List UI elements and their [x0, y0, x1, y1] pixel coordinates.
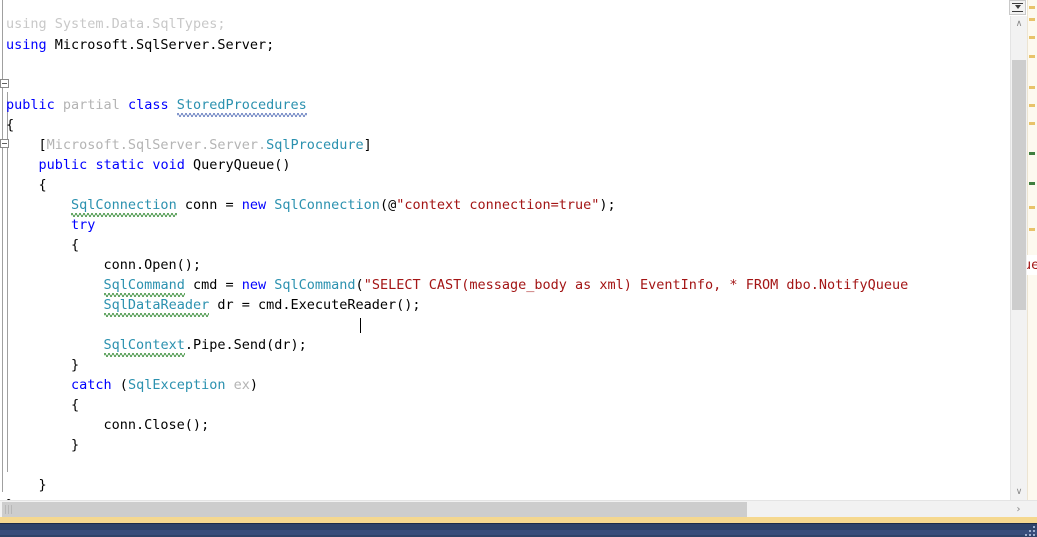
split-editor-button[interactable]	[1009, 0, 1026, 15]
token-keyword-soft: partial	[62, 97, 120, 113]
marker-indicator[interactable]	[1029, 228, 1035, 231]
token-keyword: using	[6, 37, 47, 53]
text-caret	[360, 318, 361, 333]
resize-grip[interactable]	[1022, 524, 1036, 537]
token-string: "SELECT CAST(message_body as xml) EventI…	[363, 277, 909, 293]
token-plain: );	[599, 197, 616, 213]
code-surface[interactable]: using System.Data.SqlTypes; using Micros…	[0, 0, 1010, 500]
marker-indicator[interactable]	[1029, 55, 1035, 58]
chevron-down-icon	[1015, 5, 1021, 9]
marker-indicator[interactable]	[1029, 122, 1035, 125]
marker-indicator[interactable]	[1029, 206, 1035, 209]
code-line[interactable]: try	[0, 195, 95, 233]
marker-indicator[interactable]	[1029, 36, 1035, 39]
clipped-string-overflow: ue	[1027, 255, 1037, 275]
token-plain: ]	[363, 137, 372, 153]
token-plain: )	[249, 377, 259, 393]
code-line[interactable]: public partial class StoredProcedures	[0, 75, 307, 117]
status-bar-sheen	[0, 530, 1037, 535]
token-keyword: try	[71, 217, 96, 233]
code-line[interactable]: SqlConnection conn = new SqlConnection(@…	[0, 175, 616, 217]
marker-indicator[interactable]	[1029, 18, 1035, 21]
code-line[interactable]: catch (SqlException ex)	[0, 355, 258, 393]
token-plain: dr = cmd.ExecuteReader();	[209, 297, 421, 313]
code-line[interactable]: conn.Open();	[0, 235, 202, 273]
token-type: SqlConnection	[274, 197, 380, 213]
token-keyword: static	[95, 157, 145, 173]
token-plain: (	[355, 277, 364, 293]
token-keyword: new	[241, 277, 267, 293]
horizontal-scrollbar-thumb[interactable]	[2, 502, 747, 517]
code-line[interactable]: {	[0, 95, 65, 133]
token-namespace: Microsoft.SqlServer.Server.	[46, 137, 267, 153]
token-keyword: void	[152, 157, 185, 173]
code-line[interactable]: {	[0, 215, 79, 253]
token-type: SqlProcedure	[266, 137, 364, 153]
code-line[interactable]: using System.Data.SqlTypes;	[0, 0, 225, 32]
horizontal-scrollbar[interactable]: ›	[0, 500, 1037, 517]
token-type: SqlContext	[103, 337, 186, 357]
code-line[interactable]: SqlCommand cmd = new SqlCommand("SELECT …	[0, 255, 908, 297]
token-plain: .Pipe.Send(dr);	[184, 337, 307, 353]
token-keyword: new	[241, 197, 267, 213]
code-line[interactable]: conn.Close();	[0, 395, 210, 433]
marker-indicator[interactable]	[1029, 152, 1035, 155]
code-line[interactable]: SqlDataReader dr = cmd.ExecuteReader();	[0, 275, 421, 317]
token-identifier: ex	[233, 377, 250, 393]
token-type: StoredProcedures	[176, 97, 307, 117]
token-plain: (@	[379, 197, 397, 213]
code-line[interactable]: }	[0, 455, 65, 493]
code-editor-window: using System.Data.SqlTypes; using Micros…	[0, 0, 1037, 537]
code-line[interactable]: {	[0, 375, 79, 413]
token-plain: Microsoft.SqlServer.Server;	[46, 37, 275, 53]
code-line[interactable]: SqlContext.Pipe.Send(dr);	[0, 315, 361, 357]
code-line[interactable]: };	[0, 475, 65, 500]
scroll-right-button[interactable]: ›	[1010, 501, 1027, 517]
scroll-up-button[interactable]: ∧	[1011, 16, 1027, 32]
code-line[interactable]: }	[0, 335, 79, 373]
code-line[interactable]: }	[0, 415, 79, 453]
token-type: SqlConnection	[71, 197, 177, 217]
status-bar	[0, 523, 1037, 537]
token-plain: System.Data.SqlTypes;	[46, 16, 226, 32]
split-bar-top	[1012, 3, 1023, 4]
split-bar-bottom	[1012, 11, 1023, 12]
vertical-scrollbar-thumb[interactable]	[1012, 60, 1026, 310]
token-plain: (	[111, 377, 128, 393]
code-line[interactable]: {	[0, 155, 65, 193]
token-identifier: QueryQueue()	[184, 157, 291, 173]
token-keyword: class	[127, 97, 169, 113]
token-keyword: catch	[71, 377, 112, 393]
marker-indicator[interactable]	[1029, 86, 1035, 89]
scrollbar-grip	[8, 505, 9, 514]
token-type: SqlDataReader	[103, 297, 210, 317]
token-plain: cmd =	[184, 277, 242, 293]
code-line[interactable]: public static void QueryQueue()	[0, 135, 291, 173]
token-plain: conn =	[176, 197, 242, 213]
token-type: SqlCommand	[274, 277, 356, 293]
token-string: "context connection=true"	[396, 197, 600, 213]
token-type: SqlCommand	[103, 277, 186, 297]
marker-indicator[interactable]	[1029, 182, 1035, 185]
token-type: SqlException	[127, 377, 226, 393]
editor-viewport[interactable]: using System.Data.SqlTypes; using Micros…	[0, 0, 1010, 500]
token-plain: }	[6, 437, 80, 453]
marker-indicator[interactable]	[1029, 104, 1035, 107]
code-line[interactable]: using Microsoft.SqlServer.Server;	[0, 15, 274, 53]
scroll-down-button[interactable]: ∨	[1011, 484, 1027, 500]
marker-indicator[interactable]	[1029, 6, 1035, 9]
annotation-marker-bar[interactable]	[1027, 0, 1037, 500]
scrollbar-grip	[11, 505, 12, 514]
vertical-scrollbar[interactable]: ∧ ∨	[1010, 16, 1027, 500]
scrollbar-grip	[5, 505, 6, 514]
code-line[interactable]: [Microsoft.SqlServer.Server.SqlProcedure…	[0, 115, 372, 153]
